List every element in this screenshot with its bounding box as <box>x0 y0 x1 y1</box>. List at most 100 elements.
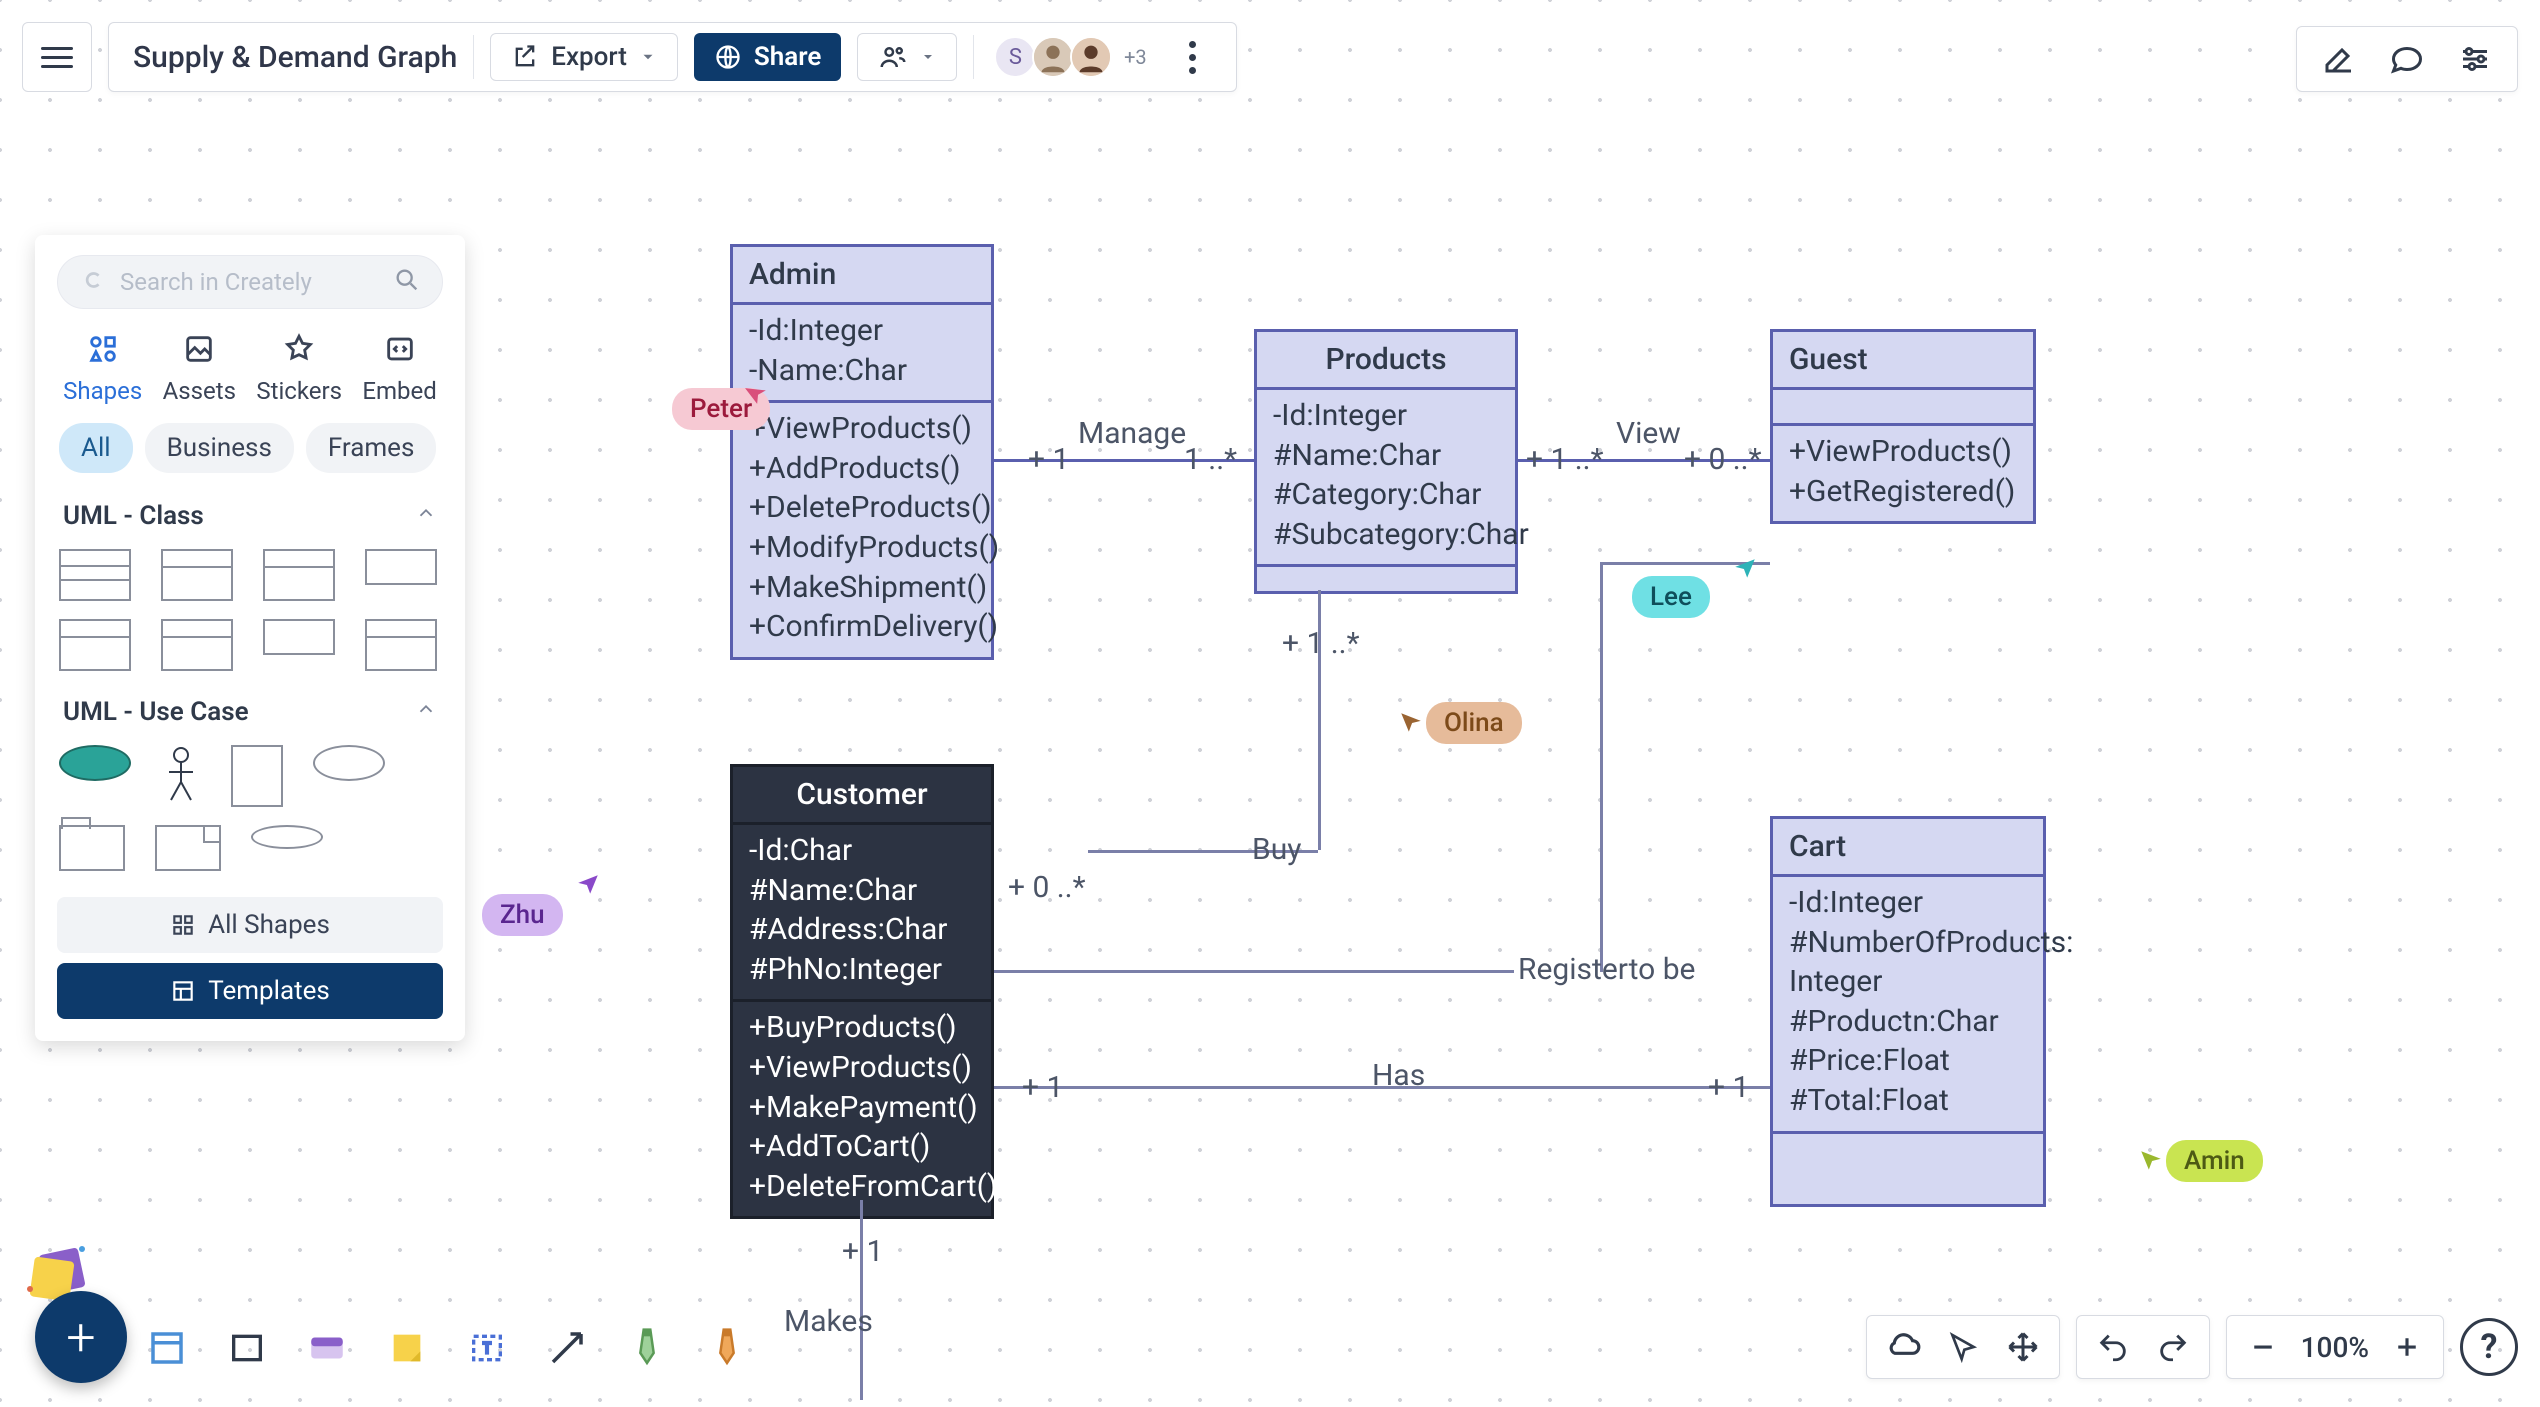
star-icon <box>279 329 319 369</box>
tool-highlighter[interactable] <box>620 1321 674 1375</box>
chevron-up-icon <box>415 501 437 531</box>
edge-label-has: Has <box>1372 1058 1425 1093</box>
edge-label-makes: Makes <box>784 1304 873 1339</box>
edge-label-register: Registerto be <box>1518 952 1695 987</box>
tool-marker[interactable] <box>700 1321 754 1375</box>
section-uml-class[interactable]: UML - Class <box>49 491 451 541</box>
menu-button[interactable] <box>22 22 92 92</box>
export-button[interactable]: Export <box>490 33 678 81</box>
uml-customer[interactable]: Customer -Id:Char #Name:Char #Address:Ch… <box>730 764 994 1219</box>
tab-embed[interactable]: Embed <box>362 329 436 405</box>
tool-rect[interactable] <box>220 1321 274 1375</box>
tool-arrow[interactable] <box>540 1321 594 1375</box>
edge-mult: + 0 ..* <box>1008 870 1086 905</box>
shape-usecase[interactable] <box>313 745 385 781</box>
cursor-olina: Olina <box>1398 702 1522 744</box>
zoom-out-button[interactable] <box>2241 1325 2285 1369</box>
cursor-amin: Amin <box>2138 1140 2263 1182</box>
uml-guest[interactable]: Guest +ViewProducts() +GetRegistered() <box>1770 329 2036 524</box>
help-button[interactable]: ? <box>2460 1318 2518 1376</box>
shape-ellipse-flat[interactable] <box>251 825 323 849</box>
shape-package[interactable] <box>59 825 125 871</box>
shape-note[interactable] <box>155 825 221 871</box>
uml-cart[interactable]: Cart -Id:Integer #NumberOfProducts: Inte… <box>1770 816 2046 1207</box>
edge-mult: 1 ..* <box>1184 442 1237 477</box>
tool-sticky[interactable] <box>380 1321 434 1375</box>
search-icon[interactable] <box>393 266 421 298</box>
all-shapes-button[interactable]: All Shapes <box>57 897 443 953</box>
chevron-down-icon <box>639 48 657 66</box>
shape-class-2sec[interactable] <box>161 549 233 601</box>
export-icon <box>511 43 539 71</box>
avatar[interactable]: S <box>994 36 1036 78</box>
shape-actor[interactable] <box>161 745 201 807</box>
section-uml-usecase[interactable]: UML - Use Case <box>49 687 451 737</box>
shape-class-2sec-alt[interactable] <box>263 549 335 601</box>
templates-button[interactable]: Templates <box>57 963 443 1019</box>
chevron-up-icon <box>415 697 437 727</box>
pointer-icon[interactable] <box>1941 1325 1985 1369</box>
embed-icon <box>380 329 420 369</box>
more-menu[interactable] <box>1172 32 1212 82</box>
avatar[interactable] <box>1070 36 1112 78</box>
cloud-sync-icon[interactable] <box>1881 1325 1925 1369</box>
cursor-peter: Peter <box>644 388 770 430</box>
shape-class-3sec[interactable] <box>59 549 131 601</box>
tool-card[interactable] <box>300 1321 354 1375</box>
edge-label-view: View <box>1616 416 1681 451</box>
zoom-level[interactable]: 100% <box>2301 1331 2369 1364</box>
undo-button[interactable] <box>2091 1325 2135 1369</box>
redo-button[interactable] <box>2151 1325 2195 1369</box>
shape-class-var1[interactable] <box>59 619 131 671</box>
template-icon <box>170 978 196 1004</box>
uml-admin[interactable]: Admin -Id:Integer -Name:Char +ViewProduc… <box>730 244 994 660</box>
tab-assets[interactable]: Assets <box>163 329 236 405</box>
top-right-toolbar <box>2296 26 2518 92</box>
uml-products[interactable]: Products -Id:Integer #Name:Char #Categor… <box>1254 329 1518 594</box>
edge-label-buy: Buy <box>1252 832 1301 867</box>
shape-usecase-filled[interactable] <box>59 745 131 781</box>
search-input[interactable] <box>57 255 443 309</box>
tab-shapes[interactable]: Shapes <box>63 329 142 405</box>
edge-mult: + 1 <box>1028 442 1069 477</box>
add-button[interactable]: + <box>35 1291 127 1383</box>
globe-icon <box>714 43 742 71</box>
title-container: Supply & Demand Graph Export Share S +3 <box>108 22 1237 92</box>
bottom-tools <box>140 1321 754 1375</box>
document-title[interactable]: Supply & Demand Graph <box>133 40 457 75</box>
comment-icon[interactable] <box>2387 39 2427 79</box>
shapes-icon <box>83 329 123 369</box>
edge-mult: + 1 <box>842 1234 883 1269</box>
filter-all[interactable]: All <box>59 423 133 473</box>
tool-text[interactable] <box>460 1321 514 1375</box>
pan-icon[interactable] <box>2001 1325 2045 1369</box>
shape-class-var2[interactable] <box>161 619 233 671</box>
creately-logo-icon <box>79 267 105 297</box>
tool-frame[interactable] <box>140 1321 194 1375</box>
shape-package[interactable] <box>365 619 437 671</box>
zoom-in-button[interactable] <box>2385 1325 2429 1369</box>
edge-label-manage: Manage <box>1078 416 1186 451</box>
people-icon <box>878 42 908 72</box>
filter-frames[interactable]: Frames <box>306 423 437 473</box>
bottom-right-toolbar: 100% ? <box>1866 1315 2518 1379</box>
collaborator-avatars[interactable]: S +3 <box>990 36 1156 78</box>
shape-boundary[interactable] <box>231 745 283 807</box>
edge-mult: + 0 ..* <box>1684 442 1762 477</box>
filter-business[interactable]: Business <box>145 423 294 473</box>
invite-button[interactable] <box>857 33 957 81</box>
cursor-zhu: Zhu <box>482 894 591 936</box>
edit-icon[interactable] <box>2319 39 2359 79</box>
avatar[interactable] <box>1032 36 1074 78</box>
edge-mult: + 1 <box>1022 1070 1063 1105</box>
edge-mult: + 1 ..* <box>1526 442 1604 477</box>
cursor-lee: Lee <box>1632 576 1738 618</box>
share-button[interactable]: Share <box>694 33 841 81</box>
top-toolbar: Supply & Demand Graph Export Share S +3 <box>22 22 1237 92</box>
shapes-panel: Shapes Assets Stickers Embed All Busines… <box>35 235 465 1041</box>
settings-icon[interactable] <box>2455 39 2495 79</box>
tab-stickers[interactable]: Stickers <box>256 329 342 405</box>
shape-class-var3[interactable] <box>263 619 335 655</box>
shape-class-simple[interactable] <box>365 549 437 585</box>
avatar-overflow[interactable]: +3 <box>1114 36 1156 78</box>
